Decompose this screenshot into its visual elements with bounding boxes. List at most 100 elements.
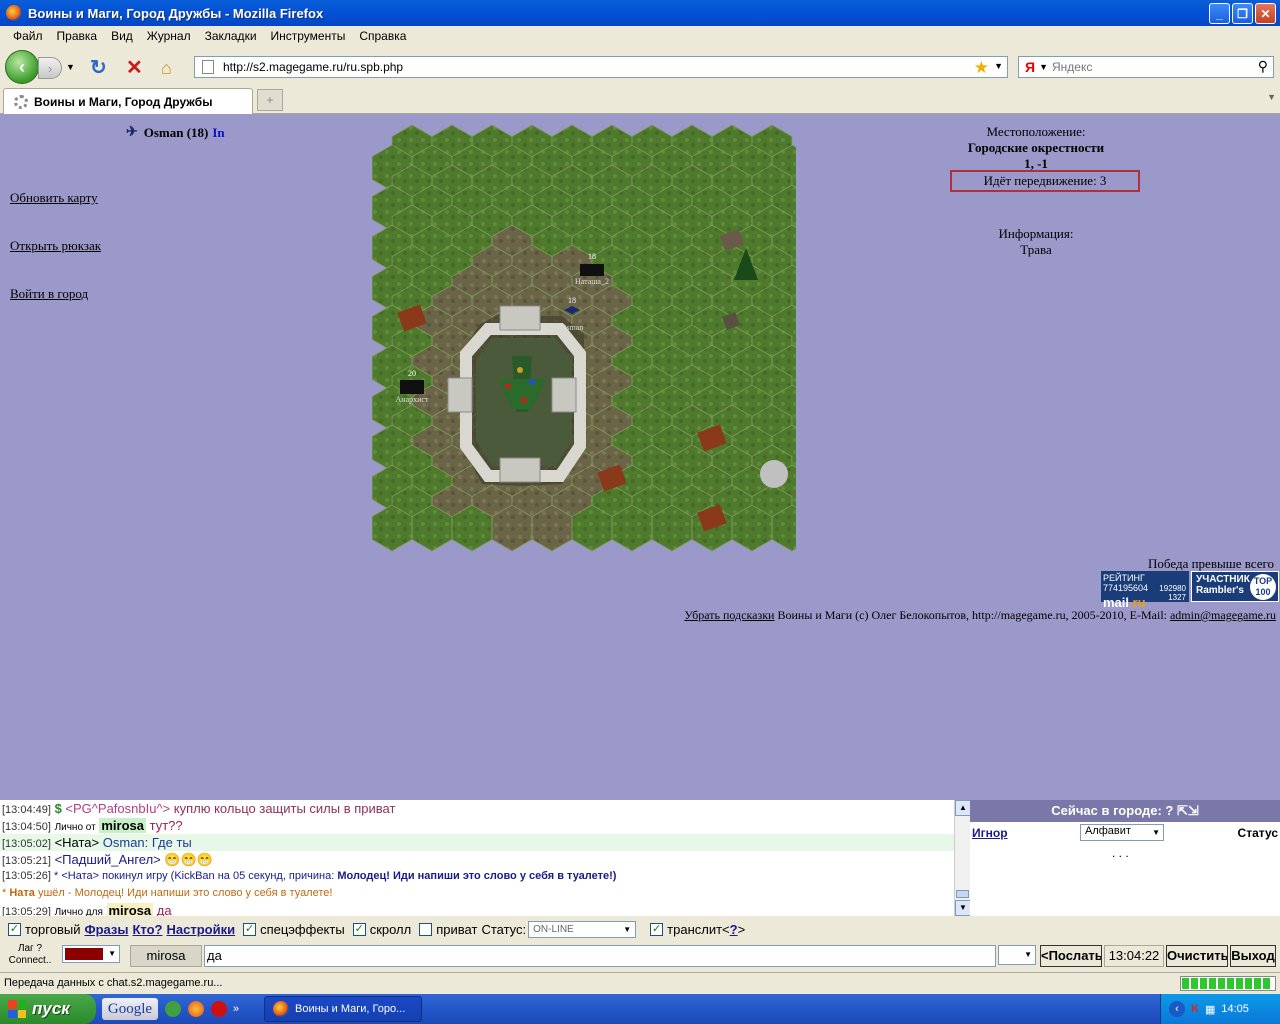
online-panel: Сейчас в городе: ? ⇱⇲ Игнор Алфавит ▼ Ста… [970, 800, 1280, 916]
send-button[interactable]: <Послать [1040, 945, 1102, 967]
browser-status-bar: Передача данных с chat.s2.magegame.ru... [0, 972, 1280, 994]
chat-time: [13:04:50] [2, 821, 51, 833]
minimize-button[interactable]: _ [1209, 3, 1230, 24]
rambler-top100-counter[interactable]: УЧАСТНИК Rambler's TOP 100 [1191, 571, 1279, 602]
google-toolbar[interactable]: Google [102, 998, 158, 1020]
window-titlebar[interactable]: Воины и Маги, Город Дружбы - Mozilla Fir… [0, 0, 1280, 26]
arrow-left-icon: ‹ [19, 56, 25, 77]
close-button[interactable]: ✕ [1255, 3, 1276, 24]
message-input[interactable]: да [204, 945, 996, 967]
menu-view[interactable]: Вид [104, 29, 140, 43]
enter-city-link[interactable]: Войти в город [10, 286, 88, 302]
hex-grid[interactable] [372, 124, 796, 552]
chat-text: ушёл - Молодец! Иди напиши это слово у с… [37, 887, 333, 899]
firefox-quicklaunch-icon[interactable] [188, 1001, 204, 1017]
my-nick[interactable]: mirosa [130, 945, 202, 967]
chat-scrollbar[interactable]: ▲ ▼ [954, 800, 971, 916]
chat-log[interactable]: [13:04:49] $ <PG^PafosnbIu^> куплю кольц… [0, 800, 970, 916]
private-label: Лично от [54, 822, 96, 833]
chat-message: [13:05:29] Лично для mirosa да [0, 902, 970, 916]
translit-checkbox[interactable]: ✓ [650, 922, 664, 936]
chat-nick[interactable]: <Ната> [55, 835, 100, 850]
menu-edit[interactable]: Правка [50, 29, 105, 43]
scroll-up-icon[interactable]: ▲ [955, 800, 971, 816]
tray-arrow-icon[interactable]: ‹ [1169, 1001, 1185, 1017]
private-checkbox[interactable] [419, 922, 433, 936]
menu-help[interactable]: Справка [352, 29, 413, 43]
chat-nick[interactable]: <Ната> [61, 870, 99, 882]
forward-button[interactable]: › [38, 57, 62, 79]
chat-nick[interactable]: <Падший_Ангел> [55, 852, 161, 867]
chat-nick[interactable]: Ната [9, 887, 35, 899]
effects-checkbox[interactable]: ✓ [243, 922, 257, 936]
history-dropdown-icon[interactable]: ▼ [66, 62, 75, 72]
quicklaunch-more-icon[interactable]: » [233, 1003, 239, 1015]
chat-nick[interactable]: mirosa [106, 903, 154, 916]
yandex-icon[interactable]: Я [1025, 59, 1035, 75]
ignore-link[interactable]: Игнор [972, 826, 1008, 840]
player-name[interactable]: Osman (18) [144, 125, 209, 141]
player-status[interactable]: In [212, 125, 224, 141]
navigation-toolbar: ‹ › ▼ ↻ ✕ ⌂ http://s2.magegame.ru/ru.spb… [0, 46, 1280, 86]
hex-map[interactable]: 18 Наташа_2 18 Osman 20 Анархист [372, 124, 796, 556]
search-input[interactable] [1051, 60, 1252, 74]
svg-text:20: 20 [408, 369, 416, 378]
start-button[interactable]: пуск [0, 994, 96, 1024]
admin-email-link[interactable]: admin@magegame.ru [1170, 608, 1276, 622]
status-select[interactable]: ON-LINE ▼ [528, 920, 637, 938]
open-backpack-link[interactable]: Открыть рюкзак [10, 238, 101, 254]
chat-nick[interactable]: <PG^PafosnbIu^> [65, 801, 170, 816]
phrases-link[interactable]: Фразы [84, 922, 128, 937]
menu-history[interactable]: Журнал [140, 29, 198, 43]
scroll-down-icon[interactable]: ▼ [955, 900, 971, 916]
refresh-map-link[interactable]: Обновить карту [10, 190, 98, 206]
chat-message: [13:04:49] $ <PG^PafosnbIu^> куплю кольц… [0, 800, 970, 817]
tab-list-icon[interactable]: ▼ [1267, 92, 1276, 102]
scroll-checkbox[interactable]: ✓ [352, 922, 366, 936]
taskbar-window-button[interactable]: Воины и Маги, Горо... [264, 996, 422, 1022]
home-icon[interactable]: ⌂ [161, 58, 172, 78]
bookmark-star-icon[interactable]: ★ [974, 58, 989, 78]
search-bar[interactable]: Я ▼ ⚲ [1018, 56, 1274, 78]
clear-button[interactable]: Очистить [1166, 945, 1228, 967]
sort-select[interactable]: Алфавит ▼ [1080, 824, 1164, 841]
chat-text: тут?? [149, 818, 183, 833]
search-icon[interactable]: ⚲ [1258, 58, 1268, 75]
exit-button[interactable]: Выход [1230, 945, 1276, 967]
hide-hints-link[interactable]: Убрать подсказки [684, 608, 774, 622]
chat-nick[interactable]: mirosa [99, 818, 146, 833]
network-icon[interactable]: ▦ [1205, 1003, 1215, 1016]
search-engine-dropdown-icon[interactable]: ▼ [1039, 62, 1048, 72]
reload-icon[interactable]: ↻ [90, 58, 107, 78]
translit-help-link[interactable]: ? [730, 922, 738, 937]
trade-checkbox[interactable]: ✓ [8, 922, 21, 936]
translit-label: транслит< [667, 921, 730, 937]
online-header: Сейчас в городе: ? ⇱⇲ [970, 800, 1280, 822]
url-dropdown-icon[interactable]: ▼ [994, 61, 1003, 71]
new-tab-button[interactable]: + [257, 89, 283, 111]
online-expand-icon[interactable]: ⇱⇲ [1177, 803, 1199, 818]
chat-time: [13:05:21] [2, 855, 51, 867]
message-history-select[interactable]: ▼ [998, 945, 1036, 965]
kick-reason: Молодец! Иди напиши это слово у себя в т… [337, 870, 617, 882]
scroll-thumb[interactable] [956, 890, 969, 898]
url-bar[interactable]: http://s2.magegame.ru/ru.spb.php ★ ▼ [194, 56, 1008, 78]
chat-text: покинул игру (KickBan на 05 секунд, прич… [102, 870, 335, 882]
maximize-button[interactable]: ❐ [1232, 3, 1253, 24]
opera-icon[interactable] [211, 1001, 227, 1017]
menu-file[interactable]: Файл [6, 29, 50, 43]
back-button[interactable]: ‹ [5, 50, 39, 84]
private-label: приват [436, 921, 478, 937]
who-link[interactable]: Кто? [132, 922, 162, 937]
settings-link[interactable]: Настройки [166, 922, 235, 937]
taskbar: пуск Google » Воины и Маги, Горо... RU ‹… [0, 994, 1280, 1024]
kaspersky-icon[interactable]: K [1191, 1003, 1199, 1015]
tab-game[interactable]: Воины и Маги, Город Дружбы [3, 88, 253, 114]
icq-icon[interactable] [165, 1001, 181, 1017]
menu-tools[interactable]: Инструменты [264, 29, 353, 43]
mail-rating-counter[interactable]: РЕЙТИНГ 774195604 192980 1327 mail.ru [1101, 571, 1189, 610]
color-select[interactable]: ▼ [62, 945, 120, 963]
system-marker: * [2, 887, 7, 899]
stop-icon[interactable]: ✕ [126, 58, 143, 78]
menu-bookmarks[interactable]: Закладки [198, 29, 264, 43]
